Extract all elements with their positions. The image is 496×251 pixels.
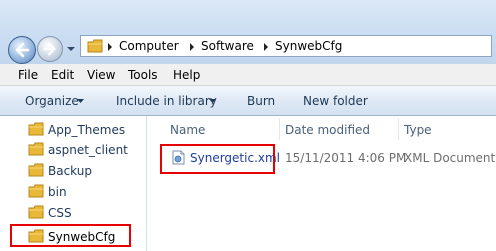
nav-item-label: Backup — [48, 164, 92, 178]
breadcrumb-separator-icon[interactable] — [263, 43, 269, 51]
breadcrumb-separator-icon[interactable] — [189, 43, 195, 51]
include-in-library-button[interactable]: Include in library — [116, 94, 217, 108]
file-date-modified: 15/11/2011 4:06 PM — [285, 151, 407, 165]
file-list: Name Date modified Type Synergetic.xml 1… — [148, 116, 496, 251]
nav-item-label: CSS — [48, 206, 72, 220]
menu-file[interactable]: File — [18, 68, 38, 82]
folder-icon — [28, 205, 44, 219]
address-box[interactable]: Computer Software SynwebCfg — [80, 35, 492, 57]
nav-item-backup[interactable]: Backup — [28, 162, 146, 180]
back-arrow-icon — [15, 42, 30, 58]
column-divider[interactable] — [398, 118, 399, 140]
chevron-down-icon — [209, 99, 216, 103]
breadcrumb-synwebcfg[interactable]: SynwebCfg — [275, 39, 342, 53]
highlight-box-synergetic-xml — [160, 144, 275, 174]
folder-icon — [28, 122, 44, 136]
menu-view[interactable]: View — [87, 68, 115, 82]
new-folder-button[interactable]: New folder — [303, 94, 368, 108]
folder-icon — [87, 39, 103, 53]
menu-edit[interactable]: Edit — [51, 68, 74, 82]
column-header-date-modified[interactable]: Date modified — [285, 123, 370, 137]
nav-item-label: aspnet_client — [48, 143, 128, 157]
nav-item-label: bin — [48, 185, 67, 199]
forward-arrow-icon — [43, 42, 56, 56]
breadcrumb-separator-icon[interactable] — [107, 43, 113, 51]
back-button[interactable] — [8, 36, 36, 64]
recent-pages-chevron-down-icon[interactable] — [66, 44, 76, 54]
column-header-name[interactable]: Name — [170, 123, 205, 137]
folder-icon — [28, 163, 44, 177]
nav-item-app-themes[interactable]: App_Themes — [28, 121, 146, 139]
burn-button[interactable]: Burn — [247, 94, 275, 108]
nav-item-label: App_Themes — [48, 123, 126, 137]
nav-item-css[interactable]: CSS — [28, 204, 146, 222]
folder-icon — [28, 142, 44, 156]
folder-icon — [28, 184, 44, 198]
column-header-type[interactable]: Type — [404, 123, 432, 137]
menu-help[interactable]: Help — [173, 68, 200, 82]
address-toolbar: Computer Software SynwebCfg — [0, 0, 496, 64]
menu-bar: File Edit View Tools Help — [0, 64, 496, 86]
breadcrumb-computer[interactable]: Computer — [119, 39, 179, 53]
command-bar: Organize Include in library Burn New fol… — [0, 86, 496, 116]
chevron-down-icon — [77, 99, 84, 103]
nav-item-bin[interactable]: bin — [28, 183, 146, 201]
highlight-box-synwebcfg — [10, 224, 131, 247]
file-type: XML Document — [404, 151, 496, 165]
column-divider[interactable] — [279, 118, 280, 140]
menu-tools[interactable]: Tools — [128, 68, 158, 82]
forward-button[interactable] — [37, 36, 63, 62]
organize-button[interactable]: Organize — [25, 94, 79, 108]
nav-item-aspnet-client[interactable]: aspnet_client — [28, 141, 146, 159]
breadcrumb-software[interactable]: Software — [201, 39, 254, 53]
